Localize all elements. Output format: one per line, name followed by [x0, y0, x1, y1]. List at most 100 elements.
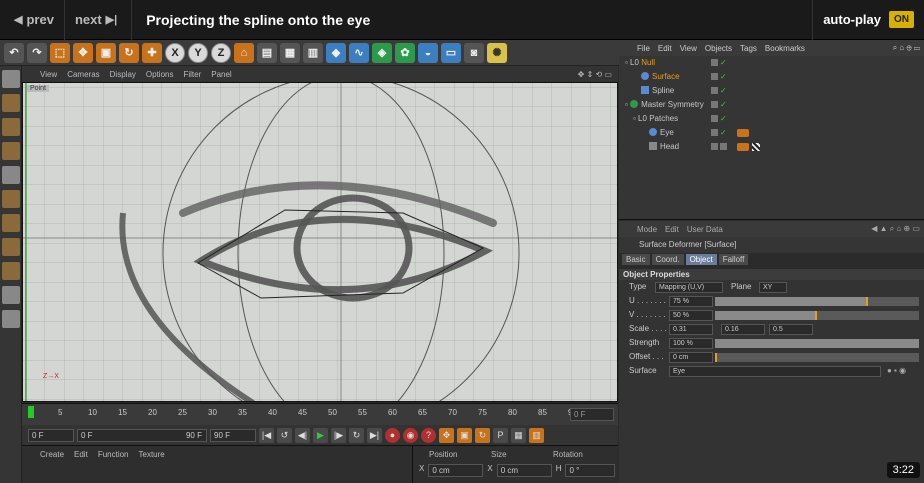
u-slider-handle[interactable]	[866, 297, 868, 306]
viewport-menu-view[interactable]: View	[40, 70, 57, 79]
deformer-icon[interactable]: ◒	[418, 42, 438, 63]
timeline-ruler[interactable]: 051015202530354045505560657075808590	[28, 406, 578, 424]
surface-link-field[interactable]: Eye	[669, 366, 881, 377]
phong-tag-icon[interactable]	[737, 129, 749, 137]
object-row-head[interactable]: Head	[619, 140, 924, 154]
start-frame-field[interactable]: 0 F	[28, 428, 74, 442]
offset-slider-handle[interactable]	[715, 353, 717, 362]
cloner-icon[interactable]: ✿	[395, 42, 415, 63]
tab-coord[interactable]: Coord.	[651, 254, 684, 265]
z-axis-lock-icon[interactable]: Z	[211, 42, 231, 63]
step-back-icon[interactable]: ◀|	[295, 427, 310, 443]
obj-menu-bookmarks[interactable]: Bookmarks	[765, 44, 805, 53]
u-slider[interactable]	[715, 297, 919, 306]
prev-button[interactable]: ◀ prev	[0, 0, 65, 40]
attr-menu-user-data[interactable]: User Data	[687, 225, 723, 234]
scale-icon[interactable]: ▣	[96, 42, 116, 63]
next-button[interactable]: next ▶|	[65, 0, 133, 40]
floor-icon[interactable]: ▭	[441, 42, 461, 63]
strength-slider[interactable]	[715, 339, 919, 348]
subdivision-icon[interactable]: ◈	[372, 42, 392, 63]
key-rotation-icon[interactable]: ↻	[475, 427, 490, 443]
model-mode-icon[interactable]	[2, 94, 20, 112]
render-view-icon[interactable]: ▤	[257, 42, 277, 63]
texture-tag-icon[interactable]	[752, 143, 760, 151]
undo-icon[interactable]: ↶	[4, 42, 24, 63]
obj-menu-edit[interactable]: Edit	[658, 44, 672, 53]
type-dropdown[interactable]: Mapping (U,V)	[655, 282, 723, 293]
timeline[interactable]: 051015202530354045505560657075808590 0 F	[22, 403, 618, 425]
autoplay-toggle[interactable]: auto-play ON	[812, 0, 924, 40]
redo-icon[interactable]: ↷	[27, 42, 47, 63]
viewport-menu-display[interactable]: Display	[110, 70, 136, 79]
position-x-field[interactable]: 0 cm	[428, 464, 484, 477]
record-icon[interactable]: ●	[385, 427, 400, 443]
visibility-flags[interactable]: ✓	[711, 129, 727, 137]
key-pla-icon[interactable]: ▦	[511, 427, 526, 443]
go-to-start-icon[interactable]: |◀	[259, 427, 274, 443]
recent-tool-icon[interactable]: ✚	[142, 42, 162, 63]
size-x-field[interactable]: 0 cm	[496, 464, 552, 477]
visibility-flags[interactable]: ✓	[711, 101, 727, 109]
lock-workplane-icon[interactable]	[2, 310, 20, 328]
reset-icon[interactable]: ↻	[349, 427, 364, 443]
go-to-end-icon[interactable]: ▶|	[367, 427, 382, 443]
cube-icon[interactable]: ◆	[326, 42, 346, 63]
axis-mode-icon[interactable]	[2, 238, 20, 256]
tab-falloff[interactable]: Falloff	[718, 254, 749, 265]
offset-field[interactable]: 0 cm	[669, 352, 713, 363]
coordinate-system-icon[interactable]: ⌂	[234, 42, 254, 63]
loop-icon[interactable]: ↺	[277, 427, 292, 443]
range-slider[interactable]: 0 F 90 F	[77, 428, 207, 442]
viewport[interactable]: Point Z→X	[22, 82, 618, 402]
tab-basic[interactable]: Basic	[622, 254, 650, 265]
end-frame-field[interactable]: 90 F	[210, 428, 256, 442]
scale-z-field[interactable]: 0.5	[769, 324, 813, 335]
v-slider-handle[interactable]	[815, 311, 817, 320]
texture-mode-icon[interactable]	[2, 118, 20, 136]
visibility-flags[interactable]: ✓	[711, 73, 727, 81]
visibility-flags[interactable]: ✓	[711, 87, 727, 95]
obj-menu-file[interactable]: File	[637, 44, 650, 53]
y-axis-lock-icon[interactable]: Y	[188, 42, 208, 63]
current-frame-field[interactable]: 0 F	[570, 408, 614, 421]
v-field[interactable]: 50 %	[669, 310, 713, 321]
tweak-mode-icon[interactable]	[2, 262, 20, 280]
workplane-icon[interactable]	[2, 142, 20, 160]
attr-menu-mode[interactable]: Mode	[637, 225, 657, 234]
material-menu-create[interactable]: Create	[40, 450, 64, 459]
polygons-mode-icon[interactable]	[2, 214, 20, 232]
make-editable-icon[interactable]	[2, 70, 20, 88]
snap-icon[interactable]	[2, 286, 20, 304]
render-picture-viewer-icon[interactable]: ▦	[280, 42, 300, 63]
search-icon[interactable]: ⌕ ⌂ ⊕ ▭	[893, 43, 924, 53]
link-target-icon[interactable]: ● ▪ ◉	[887, 364, 906, 378]
spline-pen-icon[interactable]: ∿	[349, 42, 369, 63]
move-icon[interactable]: ✥	[73, 42, 93, 63]
obj-menu-tags[interactable]: Tags	[740, 44, 757, 53]
key-scale-icon[interactable]: ▣	[457, 427, 472, 443]
object-row-eye[interactable]: Eye ✓	[619, 126, 924, 140]
object-row-spline[interactable]: Spline ✓	[619, 84, 924, 98]
timeline-window-icon[interactable]: ▥	[529, 427, 544, 443]
visibility-flags[interactable]: ✓	[711, 59, 727, 67]
offset-slider[interactable]	[715, 353, 919, 362]
attr-menu-edit[interactable]: Edit	[665, 225, 679, 234]
object-row-master-symmetry[interactable]: ▫ Master Symmetry ✓	[619, 98, 924, 112]
light-icon[interactable]: ✺	[487, 42, 507, 63]
object-row-null[interactable]: ▫ L0 Null ✓	[619, 56, 924, 70]
u-field[interactable]: 75 %	[669, 296, 713, 307]
attr-nav-icons[interactable]: ◀ ▲ ⌕ ⌂ ⊕ ▭	[871, 224, 924, 234]
obj-menu-view[interactable]: View	[680, 44, 697, 53]
key-parameter-icon[interactable]: P	[493, 427, 508, 443]
rotation-h-field[interactable]: 0 °	[565, 464, 616, 477]
keyframe-selection-icon[interactable]: ?	[421, 427, 436, 443]
x-axis-lock-icon[interactable]: X	[165, 42, 185, 63]
v-slider[interactable]	[715, 311, 919, 320]
visibility-flags[interactable]: ✓	[711, 115, 727, 123]
autokey-icon[interactable]: ◉	[403, 427, 418, 443]
scale-y-field[interactable]: 0.16	[721, 324, 765, 335]
visibility-flags[interactable]	[711, 143, 727, 150]
viewport-menu-panel[interactable]: Panel	[211, 70, 231, 79]
play-icon[interactable]: ▶	[313, 427, 328, 443]
